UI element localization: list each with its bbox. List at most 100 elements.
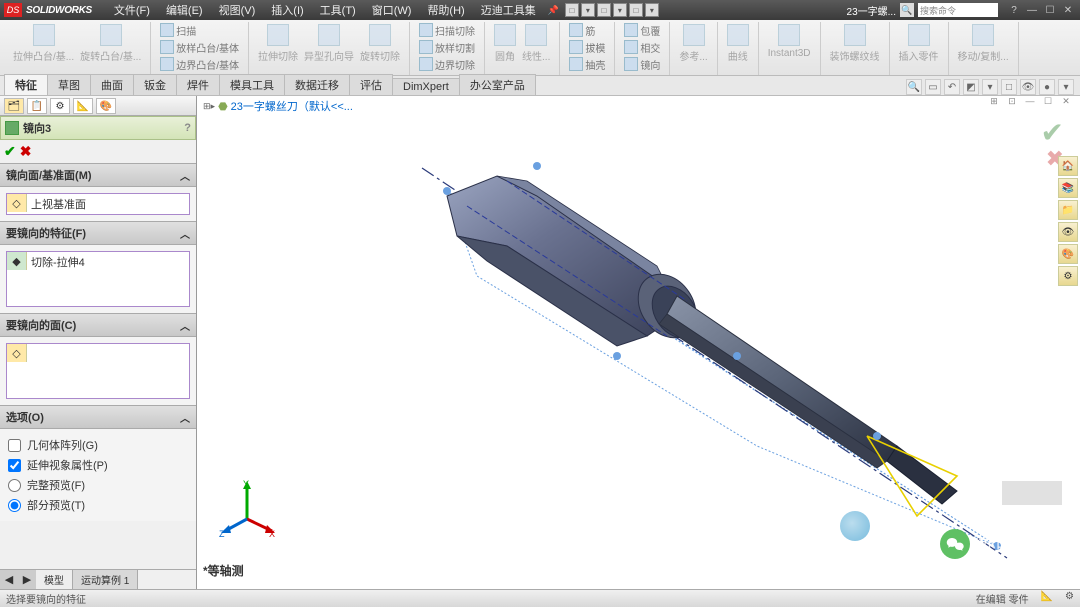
tab-weldment[interactable]: 焊件 xyxy=(176,74,220,95)
faces-selection[interactable]: ◇ xyxy=(6,343,190,399)
zoom-area-icon[interactable]: ▭ xyxy=(925,79,941,95)
menu-insert[interactable]: 插入(I) xyxy=(263,2,311,18)
rib-button[interactable]: 筋 xyxy=(566,22,608,38)
tab-surface[interactable]: 曲面 xyxy=(90,74,134,95)
menu-edit[interactable]: 编辑(E) xyxy=(158,2,211,18)
scene-icon[interactable]: ● xyxy=(1039,79,1055,95)
fm-tab-tree-icon[interactable]: 🗂 xyxy=(4,98,24,114)
propagate-visual-checkbox[interactable] xyxy=(8,459,21,472)
tab-sketch[interactable]: 草图 xyxy=(47,74,91,95)
plane-icon: ◇ xyxy=(7,194,27,212)
menu-help[interactable]: 帮助(H) xyxy=(419,2,472,18)
graphics-viewport[interactable]: ⊞ ⊡ — ☐ ✕ ⊞▸ ⬣ 23一字螺丝刀（默认<<... ✔ ✖ 🏠 📚 📁… xyxy=(197,96,1080,589)
boundary-button[interactable]: 边界凸台/基体 xyxy=(157,56,242,72)
menu-file[interactable]: 文件(F) xyxy=(106,2,158,18)
ok-button-icon[interactable]: ✔ xyxy=(4,143,16,160)
draft-button[interactable]: 拔模 xyxy=(566,39,608,55)
revolve-boss-button[interactable]: 旋转凸台/基... xyxy=(77,22,144,65)
curves-button[interactable]: 曲线 xyxy=(724,22,752,65)
sweep-button[interactable]: 扫描 xyxy=(157,22,242,38)
section-faces[interactable]: 要镜向的面(C) ︿ xyxy=(0,313,196,337)
propagate-visual-label: 延伸视象属性(P) xyxy=(27,457,108,473)
extrude-cut-button[interactable]: 拉伸切除 xyxy=(255,22,301,65)
pin-icon[interactable]: ? xyxy=(184,122,191,134)
qat-new-icon[interactable]: □ xyxy=(565,3,579,17)
cancel-button-icon[interactable]: ✖ xyxy=(20,143,32,160)
section-options[interactable]: 选项(O) ︿ xyxy=(0,405,196,429)
tab-model[interactable]: 模型 xyxy=(36,570,73,589)
boundary-cut-button[interactable]: 边界切除 xyxy=(416,56,478,72)
shell-button[interactable]: 抽壳 xyxy=(566,56,608,72)
apply-scene-icon[interactable]: ▾ xyxy=(1058,79,1074,95)
loft-cut-button[interactable]: 放样切割 xyxy=(416,39,478,55)
ribbon-group-cut: 拉伸切除 异型孔向导 旋转切除 xyxy=(249,22,410,75)
revolve-cut-button[interactable]: 旋转切除 xyxy=(357,22,403,65)
search-icon[interactable]: 🔍 xyxy=(900,3,914,17)
chevron-up-icon: ︿ xyxy=(180,318,190,333)
section-view-icon[interactable]: ◩ xyxy=(963,79,979,95)
mirror-button[interactable]: 镜向 xyxy=(621,56,663,72)
search-input[interactable]: 搜索命令 xyxy=(918,3,998,17)
insert-part-button[interactable]: 插入零件 xyxy=(896,22,942,65)
linear-pattern-button[interactable]: 线性... xyxy=(519,22,553,65)
tab-sheetmetal[interactable]: 钣金 xyxy=(133,74,177,95)
move-copy-button[interactable]: 移动/复制... xyxy=(955,22,1012,65)
section-mirror-plane[interactable]: 镜向面/基准面(M) ︿ xyxy=(0,163,196,187)
tab-data[interactable]: 数据迁移 xyxy=(284,74,350,95)
display-style-icon[interactable]: □ xyxy=(1001,79,1017,95)
qat-open-icon[interactable]: ▾ xyxy=(581,3,595,17)
minimize-icon[interactable]: — xyxy=(1024,3,1040,17)
status-unit-icon[interactable]: 📐 xyxy=(1041,591,1053,606)
menu-maidi[interactable]: 迈迪工具集 xyxy=(473,2,544,18)
qat-rebuild-icon[interactable]: ▾ xyxy=(645,3,659,17)
hide-show-icon[interactable]: 👁 xyxy=(1020,79,1036,95)
feature-manager-panel: 🗂 📋 ⚙ 📐 🎨 镜向3 ? ✔ ✖ 镜向面/基准面(M) ︿ ◇ 上视基准面 xyxy=(0,96,197,589)
menu-view[interactable]: 视图(V) xyxy=(211,2,264,18)
full-preview-radio[interactable] xyxy=(8,479,21,492)
fillet-button[interactable]: 圆角 xyxy=(491,22,519,65)
tab-evaluate[interactable]: 评估 xyxy=(349,74,393,95)
qat-save-icon[interactable]: □ xyxy=(597,3,611,17)
fm-tab-dim-icon[interactable]: 📐 xyxy=(73,98,93,114)
instant3d-button[interactable]: Instant3D xyxy=(765,22,814,61)
reference-geometry-button[interactable]: 参考... xyxy=(676,22,710,65)
tab-dimxpert[interactable]: DimXpert xyxy=(392,78,460,95)
prev-view-icon[interactable]: ↶ xyxy=(944,79,960,95)
features-selection[interactable]: ◆ 切除-拉伸4 xyxy=(6,251,190,307)
extrude-boss-button[interactable]: 拉伸凸台/基... xyxy=(10,22,77,65)
close-icon[interactable]: ✕ xyxy=(1060,3,1076,17)
qat-options-icon[interactable]: □ xyxy=(629,3,643,17)
section-features[interactable]: 要镜向的特征(F) ︿ xyxy=(0,221,196,245)
view-triad-icon[interactable]: Y X Z xyxy=(217,479,277,539)
tab-features[interactable]: 特征 xyxy=(4,74,48,95)
qat-print-icon[interactable]: ▾ xyxy=(613,3,627,17)
mirror-plane-selection[interactable]: ◇ 上视基准面 xyxy=(6,193,190,215)
cosmetic-thread-button[interactable]: 装饰螺纹线 xyxy=(827,22,883,65)
help-icon[interactable]: ? xyxy=(1006,3,1022,17)
tab-office[interactable]: 办公室产品 xyxy=(459,74,536,95)
sweep-cut-button[interactable]: 扫描切除 xyxy=(416,22,478,38)
menu-pin-icon[interactable]: 📌 xyxy=(548,5,559,16)
loft-button[interactable]: 放样凸台/基体 xyxy=(157,39,242,55)
fm-tab-display-icon[interactable]: 🎨 xyxy=(96,98,116,114)
fm-tab-property-icon[interactable]: 📋 xyxy=(27,98,47,114)
tab-mold[interactable]: 模具工具 xyxy=(219,74,285,95)
ribbon-group-sweepcut: 扫描切除 放样切割 边界切除 xyxy=(410,22,485,75)
tab-motion-study[interactable]: 运动算例 1 xyxy=(73,570,138,589)
status-custom-icon[interactable]: ⚙ xyxy=(1065,591,1074,606)
hole-wizard-button[interactable]: 异型孔向导 xyxy=(301,22,357,65)
partial-preview-radio[interactable] xyxy=(8,499,21,512)
tab-scroll-right-icon[interactable]: ▶ xyxy=(18,570,36,589)
svg-text:X: X xyxy=(269,529,275,539)
fm-tab-config-icon[interactable]: ⚙ xyxy=(50,98,70,114)
maximize-icon[interactable]: ☐ xyxy=(1042,3,1058,17)
menu-tools[interactable]: 工具(T) xyxy=(312,2,364,18)
menu-window[interactable]: 窗口(W) xyxy=(364,2,420,18)
tab-scroll-left-icon[interactable]: ◀ xyxy=(0,570,18,589)
zoom-fit-icon[interactable]: 🔍 xyxy=(906,79,922,95)
geometry-pattern-checkbox[interactable] xyxy=(8,439,21,452)
wrap-button[interactable]: 包覆 xyxy=(621,22,663,38)
ribbon-group-insert: 插入零件 xyxy=(890,22,949,75)
view-orient-icon[interactable]: ▾ xyxy=(982,79,998,95)
intersect-button[interactable]: 相交 xyxy=(621,39,663,55)
